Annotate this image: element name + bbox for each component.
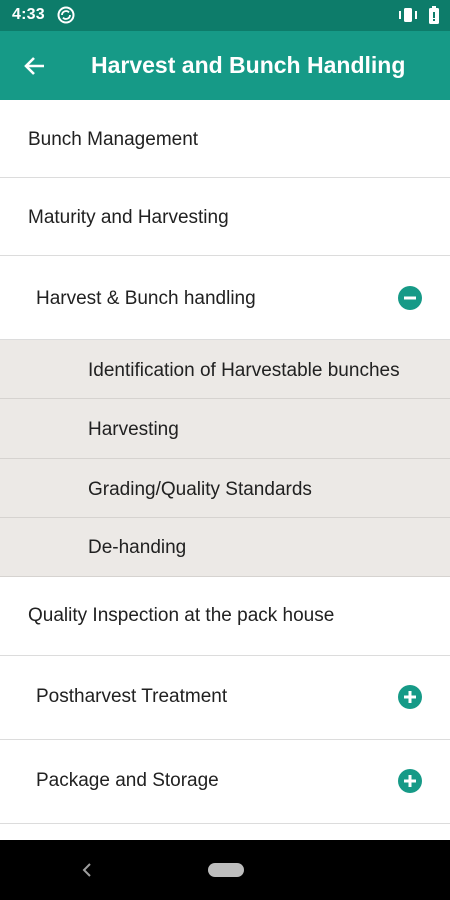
battery-icon (428, 6, 440, 29)
subitem-label: Identification of Harvestable bunches (88, 360, 400, 381)
status-time: 4:33 (12, 6, 45, 23)
section-package-storage[interactable]: Package and Storage (0, 740, 450, 824)
system-nav-bar (0, 840, 450, 900)
subitem-grading[interactable]: Grading/Quality Standards (0, 459, 450, 518)
topic-list: Bunch Management Maturity and Harvesting… (0, 100, 450, 840)
list-item-bunch-management[interactable]: Bunch Management (0, 100, 450, 178)
status-icons (398, 6, 440, 29)
section-label: Postharvest Treatment (36, 686, 228, 707)
list-item-maturity-harvesting[interactable]: Maturity and Harvesting (0, 178, 450, 256)
subitem-label: De-handing (88, 537, 187, 558)
subitem-harvesting[interactable]: Harvesting (0, 399, 450, 459)
page-title: Harvest and Bunch Handling (91, 52, 406, 78)
subitem-label: Harvesting (88, 419, 179, 440)
expand-button[interactable] (398, 685, 422, 709)
section-postharvest-treatment[interactable]: Postharvest Treatment (0, 656, 450, 740)
chevron-left-icon (82, 863, 91, 877)
back-button[interactable] (22, 53, 48, 79)
subitem-de-handing[interactable]: De-handing (0, 518, 450, 577)
subitem-label: Grading/Quality Standards (88, 479, 312, 500)
status-bar: 4:33 (0, 0, 450, 31)
plus-circle-icon (398, 685, 422, 709)
sync-icon (57, 6, 75, 29)
section-harvest-bunch-handling[interactable]: Harvest & Bunch handling (0, 256, 450, 340)
minus-circle-icon (398, 286, 422, 310)
arrow-left-icon (24, 57, 44, 75)
list-item-quality-inspection[interactable]: Quality Inspection at the pack house (0, 577, 450, 656)
nav-home-pill[interactable] (208, 863, 244, 877)
app-bar: Harvest and Bunch Handling (0, 31, 450, 100)
plus-circle-icon (398, 769, 422, 793)
section-label: Package and Storage (36, 770, 219, 791)
collapse-button[interactable] (398, 286, 422, 310)
subitem-identification[interactable]: Identification of Harvestable bunches (0, 340, 450, 399)
list-item-label: Maturity and Harvesting (28, 207, 229, 228)
expand-button[interactable] (398, 769, 422, 793)
section-label: Harvest & Bunch handling (36, 288, 256, 309)
nav-back-button[interactable] (80, 861, 94, 884)
list-item-label: Bunch Management (28, 129, 199, 150)
list-item-label: Quality Inspection at the pack house (28, 605, 335, 626)
vibrate-icon (398, 6, 418, 29)
